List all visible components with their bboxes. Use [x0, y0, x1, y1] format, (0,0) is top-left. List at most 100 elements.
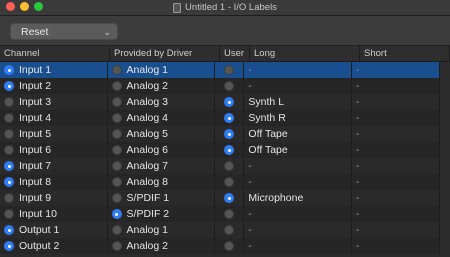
user-radio[interactable]: [224, 161, 235, 171]
channel-radio[interactable]: [4, 81, 14, 91]
long-label-cell[interactable]: Off Tape: [244, 142, 352, 158]
channel-cell[interactable]: Output 1: [0, 222, 108, 238]
user-cell[interactable]: [215, 94, 245, 110]
user-radio[interactable]: [224, 225, 235, 235]
column-header-long[interactable]: Long: [250, 46, 360, 61]
user-cell[interactable]: [215, 126, 245, 142]
channel-cell[interactable]: Input 1: [0, 62, 108, 78]
short-label-cell[interactable]: -: [352, 78, 440, 94]
short-label-cell[interactable]: -: [352, 110, 440, 126]
user-cell[interactable]: [215, 110, 245, 126]
driver-cell[interactable]: Analog 2: [108, 238, 216, 254]
driver-cell[interactable]: Analog 7: [108, 158, 216, 174]
user-cell[interactable]: [215, 78, 245, 94]
user-cell[interactable]: [215, 174, 245, 190]
driver-radio[interactable]: [111, 97, 122, 107]
user-cell[interactable]: [215, 238, 245, 254]
channel-radio[interactable]: [4, 129, 14, 139]
channel-cell[interactable]: Input 6: [0, 142, 108, 158]
user-radio[interactable]: [224, 129, 235, 139]
driver-radio[interactable]: [111, 145, 122, 155]
short-label-cell[interactable]: -: [352, 238, 440, 254]
reset-popup-button[interactable]: Reset ⌄: [10, 23, 118, 40]
long-label-cell[interactable]: -: [244, 158, 352, 174]
channel-cell[interactable]: Output 2: [0, 238, 108, 254]
user-cell[interactable]: [215, 142, 245, 158]
table-row[interactable]: Input 5 Analog 5 Off Tape -: [0, 126, 440, 142]
user-radio[interactable]: [224, 65, 235, 75]
table-row[interactable]: Input 2 Analog 2 - -: [0, 78, 440, 94]
long-label-cell[interactable]: -: [244, 222, 352, 238]
driver-radio[interactable]: [111, 129, 122, 139]
driver-cell[interactable]: Analog 6: [108, 142, 216, 158]
channel-cell[interactable]: Input 10: [0, 206, 108, 222]
user-radio[interactable]: [224, 97, 235, 107]
table-row[interactable]: Output 2 Analog 2 - -: [0, 238, 440, 254]
long-label-cell[interactable]: -: [244, 206, 352, 222]
channel-radio[interactable]: [4, 225, 14, 235]
user-radio[interactable]: [224, 177, 235, 187]
user-radio[interactable]: [224, 193, 235, 203]
table-row[interactable]: Input 1 Analog 1 - -: [0, 62, 440, 78]
user-cell[interactable]: [215, 206, 245, 222]
short-label-cell[interactable]: -: [352, 158, 440, 174]
short-label-cell[interactable]: -: [352, 174, 440, 190]
table-row[interactable]: Output 1 Analog 1 - -: [0, 222, 440, 238]
long-label-cell[interactable]: -: [244, 238, 352, 254]
channel-cell[interactable]: Input 7: [0, 158, 108, 174]
short-label-cell[interactable]: -: [352, 94, 440, 110]
short-label-cell[interactable]: -: [352, 126, 440, 142]
driver-radio[interactable]: [111, 225, 122, 235]
driver-cell[interactable]: Analog 5: [108, 126, 216, 142]
driver-radio[interactable]: [111, 209, 122, 219]
close-button[interactable]: [6, 2, 15, 11]
short-label-cell[interactable]: -: [352, 222, 440, 238]
driver-cell[interactable]: S/PDIF 1: [108, 190, 216, 206]
channel-radio[interactable]: [4, 145, 14, 155]
table-row[interactable]: Input 8 Analog 8 - -: [0, 174, 440, 190]
channel-cell[interactable]: Input 5: [0, 126, 108, 142]
user-radio[interactable]: [224, 209, 235, 219]
long-label-cell[interactable]: Microphone: [244, 190, 352, 206]
user-radio[interactable]: [224, 81, 235, 91]
channel-cell[interactable]: Input 8: [0, 174, 108, 190]
table-row[interactable]: Input 7 Analog 7 - -: [0, 158, 440, 174]
table-row[interactable]: Input 3 Analog 3 Synth L -: [0, 94, 440, 110]
column-header-user[interactable]: User: [220, 46, 250, 61]
channel-radio[interactable]: [4, 241, 14, 251]
driver-radio[interactable]: [111, 81, 122, 91]
long-label-cell[interactable]: -: [244, 62, 352, 78]
table-row[interactable]: Input 6 Analog 6 Off Tape -: [0, 142, 440, 158]
channel-radio[interactable]: [4, 113, 14, 123]
driver-cell[interactable]: Analog 3: [108, 94, 216, 110]
channel-cell[interactable]: Input 2: [0, 78, 108, 94]
vertical-scrollbar[interactable]: [441, 62, 450, 257]
driver-cell[interactable]: Analog 1: [108, 62, 216, 78]
table-row[interactable]: Input 10 S/PDIF 2 - -: [0, 206, 440, 222]
driver-cell[interactable]: Analog 4: [108, 110, 216, 126]
channel-radio[interactable]: [4, 65, 14, 75]
driver-radio[interactable]: [111, 177, 122, 187]
long-label-cell[interactable]: Off Tape: [244, 126, 352, 142]
long-label-cell[interactable]: -: [244, 174, 352, 190]
user-cell[interactable]: [215, 62, 245, 78]
user-radio[interactable]: [224, 145, 235, 155]
channel-cell[interactable]: Input 4: [0, 110, 108, 126]
driver-radio[interactable]: [111, 65, 122, 75]
long-label-cell[interactable]: Synth R: [244, 110, 352, 126]
user-cell[interactable]: [215, 158, 245, 174]
channel-radio[interactable]: [4, 177, 14, 187]
driver-cell[interactable]: Analog 8: [108, 174, 216, 190]
driver-cell[interactable]: Analog 2: [108, 78, 216, 94]
short-label-cell[interactable]: -: [352, 206, 440, 222]
long-label-cell[interactable]: -: [244, 78, 352, 94]
channel-cell[interactable]: Input 3: [0, 94, 108, 110]
column-header-provided-by-driver[interactable]: Provided by Driver: [110, 46, 220, 61]
driver-radio[interactable]: [111, 241, 122, 251]
user-radio[interactable]: [224, 113, 235, 123]
short-label-cell[interactable]: -: [352, 190, 440, 206]
user-cell[interactable]: [215, 222, 245, 238]
driver-radio[interactable]: [111, 113, 122, 123]
table-row[interactable]: Input 9 S/PDIF 1 Microphone -: [0, 190, 440, 206]
zoom-button[interactable]: [34, 2, 43, 11]
